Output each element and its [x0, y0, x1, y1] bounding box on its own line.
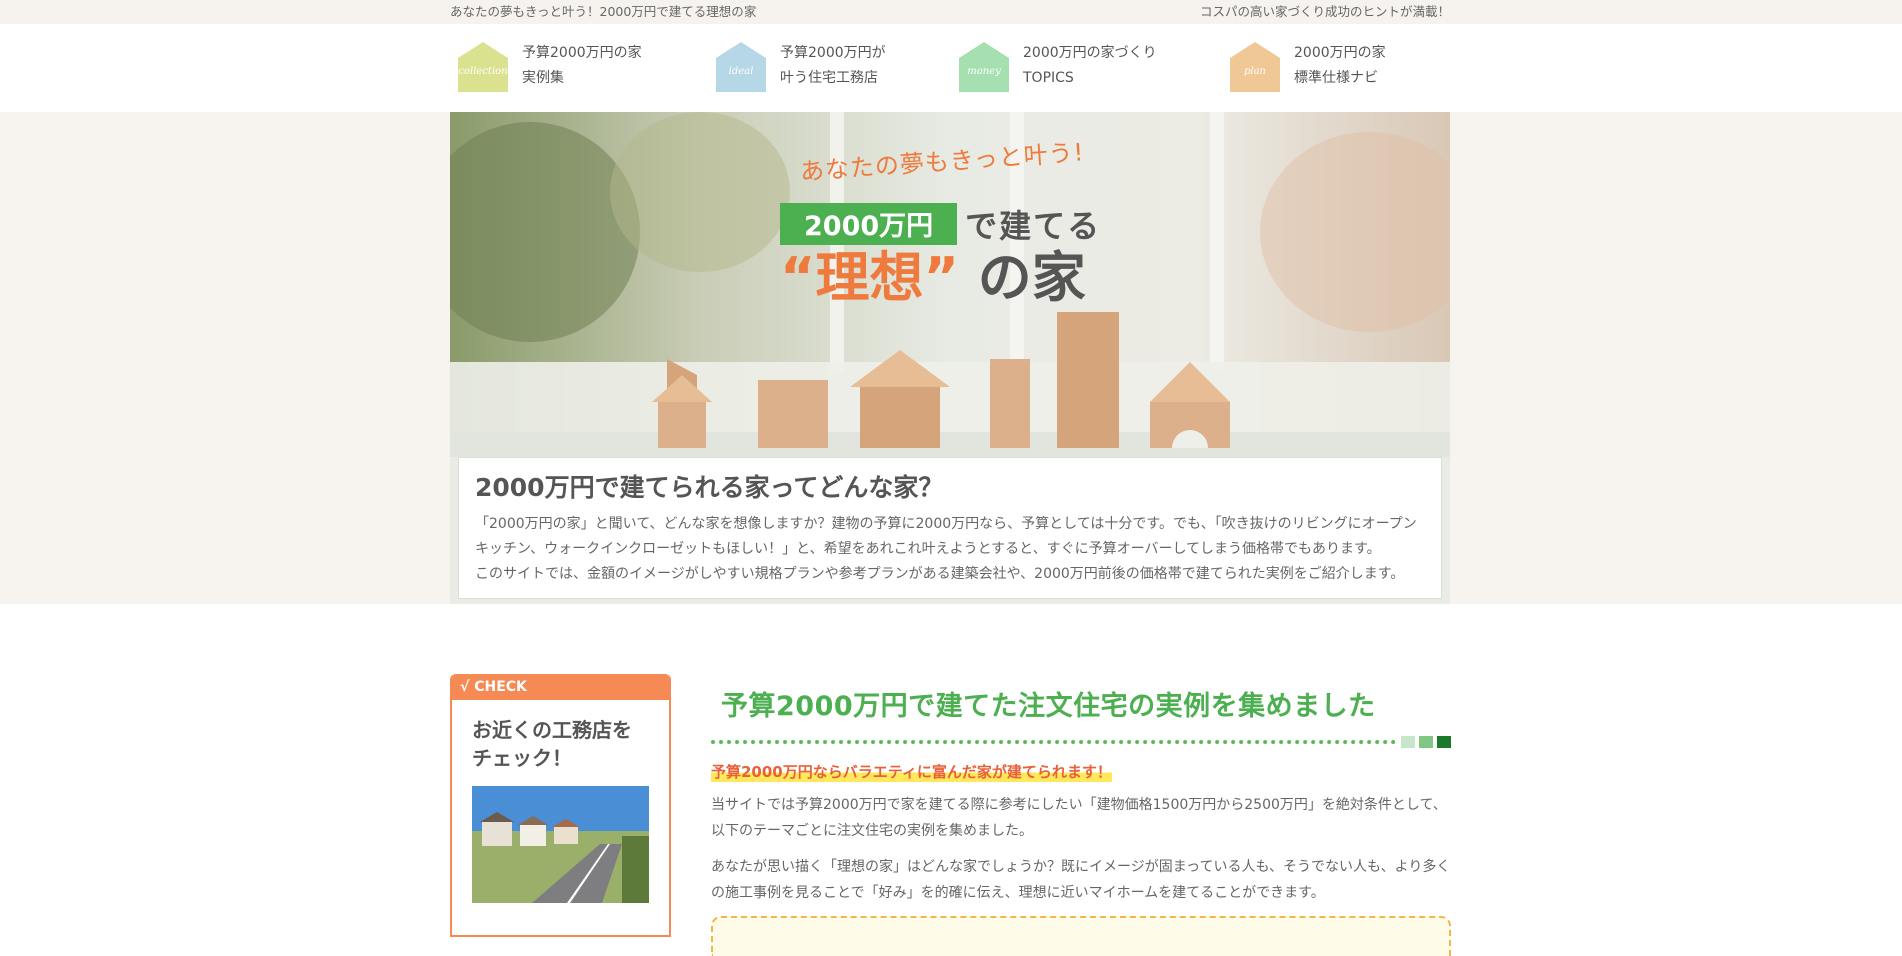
hero-ideal: “理想” [780, 246, 959, 309]
hero-text: で建てる [965, 207, 1102, 245]
street-photo [472, 786, 649, 903]
hero-home: の家 [977, 246, 1086, 309]
dashed-box [711, 916, 1451, 956]
nav-item-ideal[interactable]: ideal 予算2000万円が 叶う住宅工務店 [714, 36, 886, 96]
global-nav: collection 予算2000万円の家 実例集 ideal 予算2000万円… [450, 36, 1450, 96]
hero-copy: あなたの夢もきっと叶う! 2000万円 で建てる “理想” の家 [780, 138, 1180, 309]
nav-item-collection[interactable]: collection 予算2000万円の家 実例集 [456, 36, 642, 96]
house-icon: ideal [714, 40, 768, 92]
nav-label: 2000万円の家 [1294, 45, 1386, 61]
nav-label: 予算2000万円の家 [522, 45, 642, 61]
nav-item-money[interactable]: money 2000万円の家づくり TOPICS [957, 36, 1157, 96]
divider-square [1419, 736, 1433, 748]
site-tagline: あなたの夢もきっと叶う！2000万円で建てる理想の家 [450, 4, 757, 19]
sidebar-title: お近くの工務店をチェック！ [472, 718, 632, 770]
site-catchcopy: コスパの高い家づくり成功のヒントが満載！ [1199, 4, 1450, 19]
divider-square [1401, 736, 1415, 748]
house-icon: collection [456, 40, 510, 92]
intro-box: 2000万円で建てられる家ってどんな家？ 「2000万円の家」と聞いて、どんな家… [458, 457, 1442, 599]
intro-paragraph: このサイトでは、金額のイメージがしやすい規格プランや参考プランがある建築会社や、… [475, 566, 1405, 582]
nav-label: 実例集 [522, 70, 564, 86]
main-paragraph: あなたが思い描く「理想の家」はどんな家でしょうか？既にイメージが固まっている人も… [711, 859, 1451, 901]
intro-title: 2000万円で建てられる家ってどんな家？ [475, 473, 944, 502]
hero-section: あなたの夢もきっと叶う! 2000万円 で建てる “理想” の家 2000万円で… [450, 112, 1450, 604]
main-paragraph: 当サイトでは予算2000万円で家を建てる際に参考にしたい「建物価格1500万円か… [711, 797, 1447, 839]
nav-label: TOPICS [1023, 70, 1074, 86]
nav-label: 標準仕様ナビ [1294, 70, 1378, 86]
sidebar-check-card[interactable]: √ CHECK お近くの工務店をチェック！ [450, 674, 671, 937]
hero-price-badge: 2000万円 [780, 203, 958, 245]
nav-label: 2000万円の家づくり [1023, 45, 1157, 61]
nav-label: 予算2000万円が [780, 45, 886, 61]
house-icon: plan [1228, 40, 1282, 92]
top-bar: あなたの夢もきっと叶う！2000万円で建てる理想の家 コスパの高い家づくり成功の… [0, 0, 1902, 24]
nav-item-plan[interactable]: plan 2000万円の家 標準仕様ナビ [1228, 36, 1386, 96]
title-divider [711, 733, 1451, 748]
nav-label: 叶う住宅工務店 [780, 70, 878, 86]
house-icon: money [957, 40, 1011, 92]
divider-square [1437, 736, 1451, 748]
intro-paragraph: 「2000万円の家」と聞いて、どんな家を想像しますか？建物の予算に2000万円な… [475, 516, 1417, 557]
nav-tag-label: ideal [728, 66, 754, 77]
section-title: 予算2000万円で建てた注文住宅の実例を集めました [721, 691, 1376, 722]
nav-tag-label: plan [1243, 66, 1266, 77]
highlight-text: 予算2000万円ならバラエティに富んだ家が建てられます！ [711, 761, 1112, 782]
check-header: √ CHECK [452, 674, 669, 700]
main-content: 予算2000万円で建てた注文住宅の実例を集めました 予算2000万円ならバラエテ… [711, 674, 1451, 956]
nav-tag-label: collection [458, 66, 508, 77]
nav-tag-label: money [967, 66, 1001, 77]
dotted-line [711, 740, 1396, 744]
